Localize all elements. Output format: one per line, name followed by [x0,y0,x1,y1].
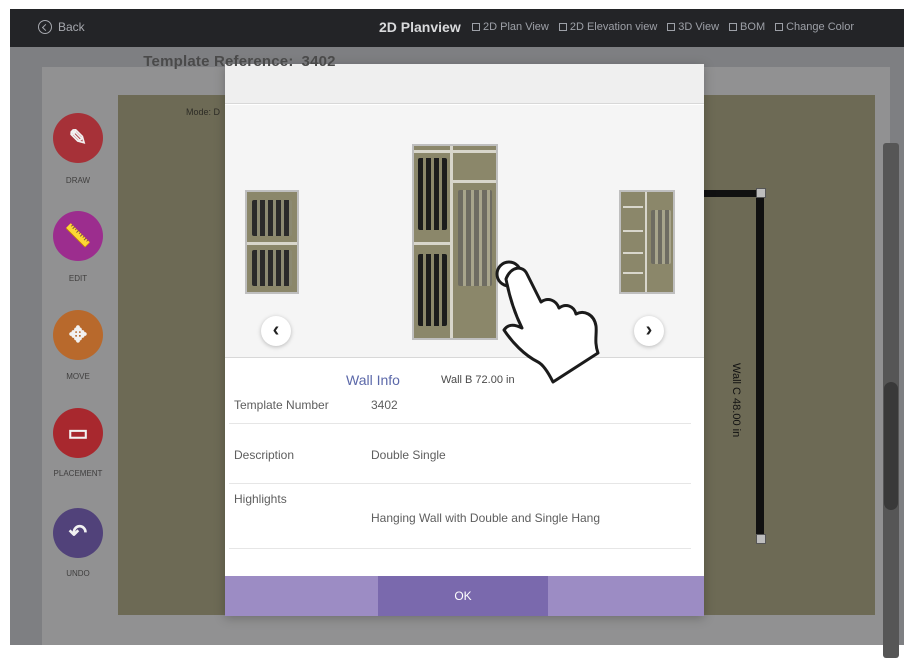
edit-button[interactable]: 📏 [53,211,103,261]
view-nav: 2D Plan View 2D Elevation view 3D View B… [472,21,854,33]
wall-c-dimension-label: Wall C 48.00 in [730,363,742,438]
app-frame: Back 2D Planview 2D Plan View 2D Elevati… [0,0,904,658]
chevron-left-icon: ‹ [272,319,280,341]
template-number-label: Template Number [234,398,329,412]
template-thumbnail-previous[interactable] [245,190,299,294]
back-button[interactable]: Back [38,20,85,34]
wall-info-title: Wall Info [346,372,400,388]
mode-indicator: Mode: D [186,107,221,117]
template-thumbnail-next[interactable] [619,190,675,294]
nav-label: Change Color [786,21,854,33]
highlights-label: Highlights [234,492,287,506]
scrollbar-thumb[interactable] [884,382,898,510]
cube-icon [667,23,676,31]
placement-button[interactable]: ▭ [53,408,103,458]
elevation-icon [558,23,567,31]
document-icon [729,23,738,31]
nav-2d-plan-view[interactable]: 2D Plan View [472,21,549,33]
chevron-right-icon: › [645,319,653,341]
placement-icon: ▭ [67,420,89,445]
ruler-icon: 📏 [64,223,92,248]
edit-label: EDIT [68,274,88,283]
nav-label: 3D View [678,21,720,33]
template-image-selected[interactable] [412,144,498,340]
wall-joint-handle[interactable] [756,188,766,198]
move-label: MOVE [66,372,90,381]
next-template-button[interactable]: › [634,316,664,346]
previous-template-button[interactable]: ‹ [261,316,291,346]
template-number-row: Template Number 3402 [229,398,691,424]
description-label: Description [234,448,295,462]
move-button[interactable]: ✥ [53,310,103,360]
wall-c[interactable] [756,192,764,544]
page-title: 2D Planview [379,19,461,35]
nav-label: 2D Elevation view [569,21,658,33]
move-icon: ✥ [68,322,88,347]
template-reference: Template Reference: 3402 [0,53,479,70]
top-toolbar: Back 2D Planview 2D Plan View 2D Elevati… [10,9,904,47]
nav-3d-view[interactable]: 3D View [667,21,719,33]
back-label: Back [58,20,85,34]
placement-label: PLACEMENT [53,469,103,478]
nav-bom[interactable]: BOM [729,21,765,33]
undo-button[interactable]: ↶ [53,508,103,558]
description-row: Description Double Single [229,448,691,484]
draw-label: DRAW [65,176,91,185]
dialog-divider [225,357,704,358]
draw-button[interactable]: ✎ [53,113,103,163]
nav-label: 2D Plan View [483,21,549,33]
nav-change-color[interactable]: Change Color [775,21,854,33]
back-arrow-icon [38,20,52,34]
plan-icon [472,23,480,31]
undo-label: UNDO [66,569,90,578]
pencil-icon: ✎ [68,125,88,150]
template-reference-value: 3402 [301,53,336,70]
nav-label: BOM [740,21,766,33]
template-number-value: 3402 [371,398,398,412]
palette-icon [775,23,784,31]
description-value: Double Single [371,448,446,462]
undo-icon: ↶ [68,520,88,545]
highlights-row: Highlights Hanging Wall with Double and … [229,492,691,549]
ok-button[interactable]: OK [378,576,548,616]
dialog-header [225,64,704,104]
wall-end-handle[interactable] [756,534,766,544]
hand-pointer-icon [495,260,600,384]
template-reference-label: Template Reference: [143,53,294,70]
nav-2d-elevation-view[interactable]: 2D Elevation view [558,21,658,33]
highlights-value: Hanging Wall with Double and Single Hang [371,511,601,525]
